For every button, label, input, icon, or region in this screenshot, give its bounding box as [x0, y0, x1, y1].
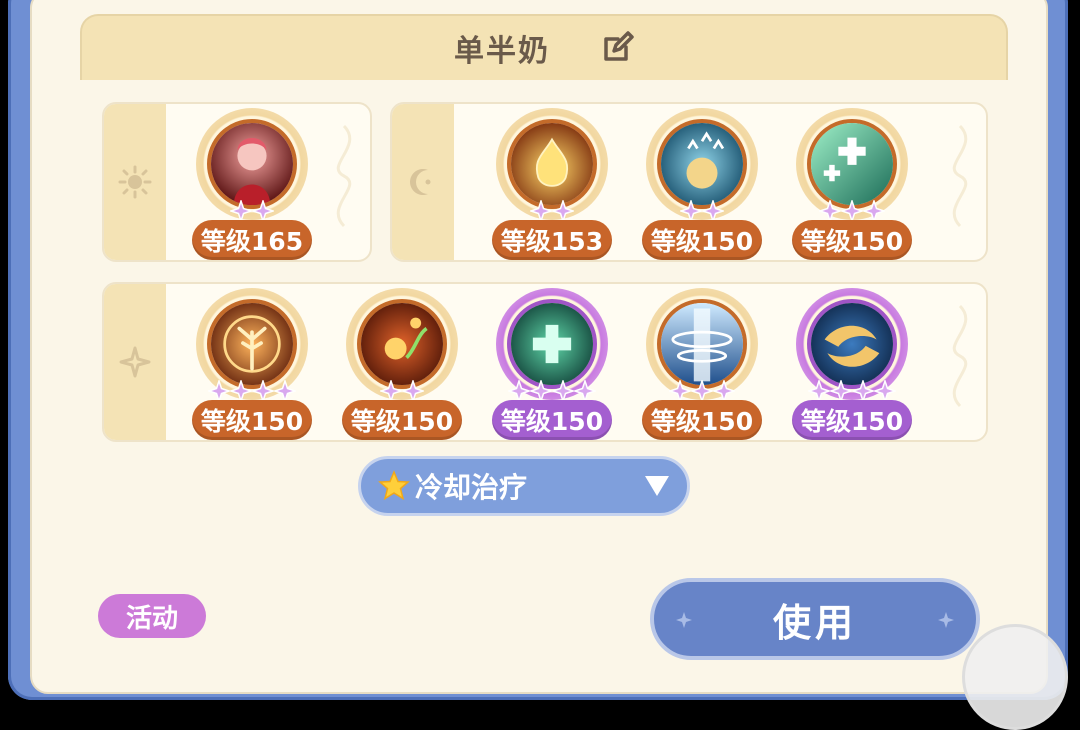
sparkle-icon — [676, 612, 692, 628]
star-row — [492, 200, 612, 222]
skill-slot[interactable]: 等级150 — [192, 288, 312, 440]
star-icon — [841, 200, 863, 222]
skill-level-label: 等级150 — [792, 220, 912, 260]
star-icon — [230, 380, 252, 402]
star-icon — [874, 380, 896, 402]
star-icon — [680, 200, 702, 222]
star-icon — [508, 380, 530, 402]
light-pillar-icon — [657, 299, 747, 389]
star-icon — [713, 380, 735, 402]
star-icon — [552, 200, 574, 222]
golden-fish-icon — [807, 299, 897, 389]
star-icon — [530, 380, 552, 402]
skill-level-label: 等级150 — [342, 400, 462, 440]
preset-selected-label: 冷却治疗 — [415, 471, 528, 504]
sparkle-icon — [938, 612, 954, 628]
group-side-tab — [392, 104, 454, 260]
star-icon — [808, 380, 830, 402]
floating-assist-button[interactable] — [962, 624, 1068, 730]
girl-portrait-icon — [207, 119, 297, 209]
star-row — [642, 200, 762, 222]
star-row — [192, 380, 312, 402]
skill-level-label: 等级150 — [792, 400, 912, 440]
tree-of-life-icon — [207, 299, 297, 389]
green-cross-icon — [507, 299, 597, 389]
star-row — [792, 200, 912, 222]
skill-slot[interactable]: 等级150 — [642, 288, 762, 440]
loadout-title: 单半奶 — [454, 34, 550, 69]
activity-badge[interactable]: 活动 — [98, 594, 206, 638]
star-row — [342, 380, 462, 402]
sparkle-icon — [119, 346, 151, 378]
star-row — [492, 380, 612, 402]
skill-slot[interactable]: 等级150 — [792, 288, 912, 440]
star-icon — [702, 200, 724, 222]
flourish-ornament — [336, 124, 352, 228]
star-icon — [402, 380, 424, 402]
star-icon — [574, 380, 596, 402]
skill-slot[interactable]: 等级150 — [642, 108, 762, 260]
skill-level-label: 等级165 — [192, 220, 312, 260]
group-side-tab — [104, 104, 166, 260]
skill-slot[interactable]: 等级150 — [792, 108, 912, 260]
moon-icon — [410, 169, 431, 195]
heal-cross-icon — [807, 119, 897, 209]
star-icon — [274, 380, 296, 402]
star-icon — [530, 200, 552, 222]
edit-icon[interactable] — [600, 31, 634, 65]
star-icon — [378, 470, 410, 501]
skill-level-label: 等级150 — [192, 400, 312, 440]
star-icon — [863, 200, 885, 222]
flower-vine-icon — [357, 299, 447, 389]
flourish-ornament — [952, 304, 968, 408]
star-row — [192, 200, 312, 222]
use-button[interactable]: 使用 — [650, 578, 980, 660]
golden-flame-icon — [507, 119, 597, 209]
star-icon — [380, 380, 402, 402]
star-icon — [552, 380, 574, 402]
star-icon — [669, 380, 691, 402]
use-button-label: 使用 — [772, 600, 857, 645]
group-side-tab — [104, 284, 166, 440]
star-icon — [230, 200, 252, 222]
star-icon — [852, 380, 874, 402]
loadout-header: 单半奶 — [80, 14, 1008, 80]
star-icon — [691, 380, 713, 402]
skill-level-label: 等级153 — [492, 220, 612, 260]
flourish-ornament — [952, 124, 968, 228]
star-icon — [208, 380, 230, 402]
skill-slot[interactable]: 等级153 — [492, 108, 612, 260]
sun-icon — [118, 165, 152, 199]
star-icon — [830, 380, 852, 402]
star-icon — [252, 380, 274, 402]
star-icon — [252, 200, 274, 222]
skill-slot[interactable]: 等级150 — [342, 288, 462, 440]
chevron-down-icon — [645, 476, 669, 496]
preset-dropdown[interactable]: 冷却治疗 — [358, 456, 690, 516]
skill-level-label: 等级150 — [642, 400, 762, 440]
speed-up-orb-icon — [657, 119, 747, 209]
skill-level-label: 等级150 — [642, 220, 762, 260]
star-row — [642, 380, 762, 402]
skill-slot[interactable]: 等级150 — [492, 288, 612, 440]
skill-level-label: 等级150 — [492, 400, 612, 440]
star-row — [792, 380, 912, 402]
skill-slot[interactable]: 等级165 — [192, 108, 312, 260]
star-icon — [819, 200, 841, 222]
